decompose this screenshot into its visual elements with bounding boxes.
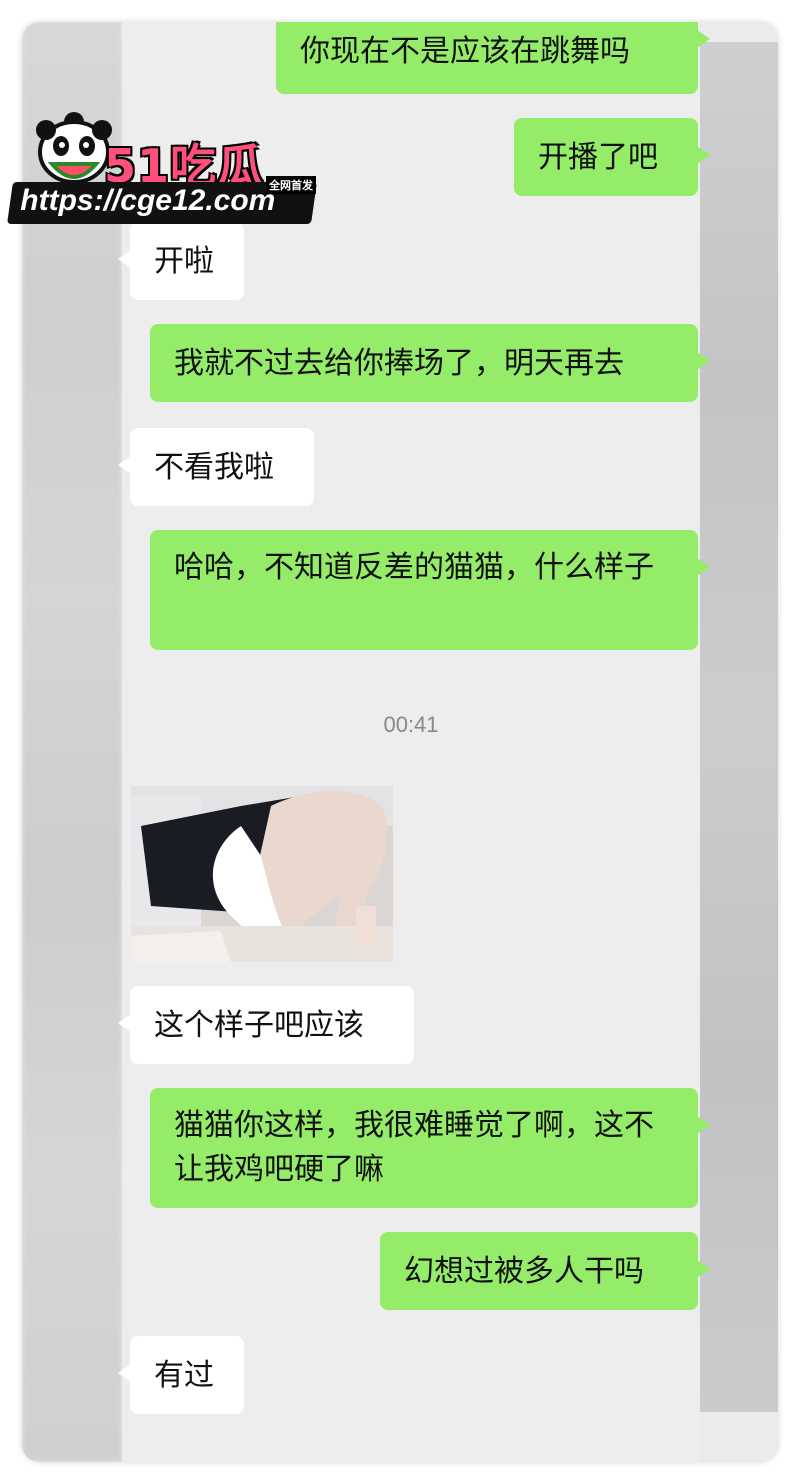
message-bubble-received[interactable]: 不看我啦 [118,428,314,506]
watermark-url: https://cge12.com [20,184,276,217]
message-text: 开啦 [154,244,214,279]
message-text: 这个样子吧应该 [154,1008,364,1043]
chat-thread[interactable]: 你现在不是应该在跳舞吗 开播了吧 开啦 我就不过去给你捧场了，明天再去 不看我啦… [118,22,710,1462]
image-message[interactable] [131,786,393,962]
photo-thumbnail [131,786,393,962]
watermark-logo: 51吃瓜 https://cge12.com 全网首发 [7,108,317,224]
message-text: 开播了吧 [538,140,658,175]
message-bubble-received[interactable]: 这个样子吧应该 [118,986,414,1064]
blurred-right-area [700,42,778,1412]
watermark-tag: 全网首发 [266,176,316,194]
message-bubble-received[interactable]: 有过 [118,1336,244,1414]
message-text: 幻想过被多人干吗 [404,1254,644,1289]
message-bubble-sent[interactable]: 猫猫你这样，我很难睡觉了啊，这不让我鸡吧硬了嘛 [150,1088,710,1208]
message-text: 不看我啦 [154,450,274,485]
message-text: 猫猫你这样，我很难睡觉了啊，这不让我鸡吧硬了嘛 [174,1108,654,1187]
message-bubble-sent[interactable]: 哈哈，不知道反差的猫猫，什么样子 [150,530,710,650]
message-bubble-sent[interactable]: 你现在不是应该在跳舞吗 [276,22,710,94]
message-bubble-sent[interactable]: 我就不过去给你捧场了，明天再去 [150,324,710,402]
message-bubble-sent[interactable]: 开播了吧 [514,118,710,196]
message-text: 有过 [154,1358,214,1393]
screenshot-frame: 你现在不是应该在跳舞吗 开播了吧 开啦 我就不过去给你捧场了，明天再去 不看我啦… [22,22,778,1462]
message-bubble-sent[interactable]: 幻想过被多人干吗 [380,1232,710,1310]
blurred-left-area [22,22,122,1462]
message-text: 你现在不是应该在跳舞吗 [300,34,630,69]
message-bubble-received[interactable]: 开啦 [118,222,244,300]
message-timestamp: 00:41 [383,712,439,737]
message-text: 哈哈，不知道反差的猫猫，什么样子 [174,550,654,585]
message-text: 我就不过去给你捧场了，明天再去 [174,346,624,381]
